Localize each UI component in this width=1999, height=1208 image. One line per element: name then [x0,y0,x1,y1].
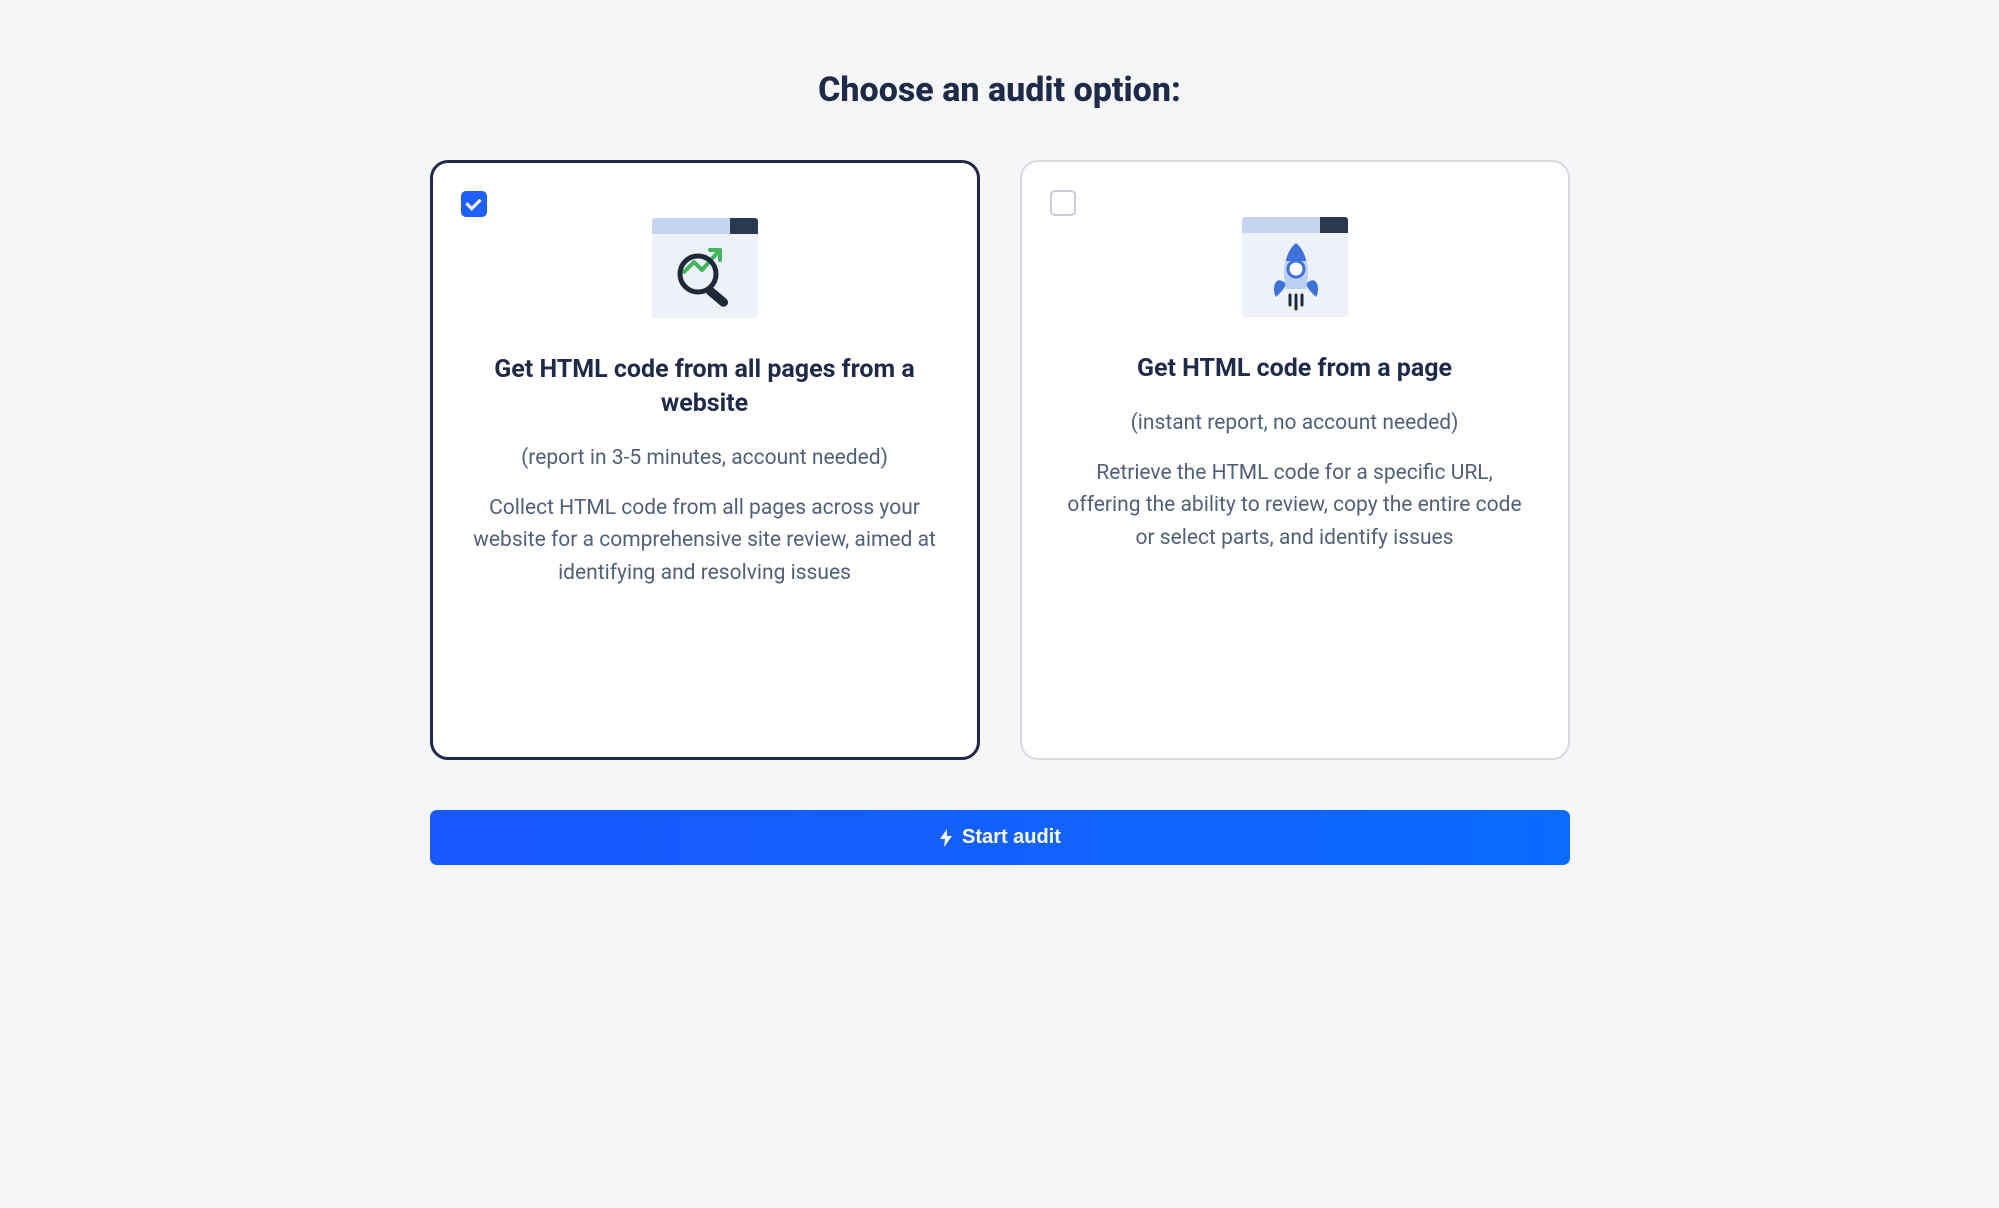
option-title: Get HTML code from a page [1062,352,1528,386]
option-subtitle: (instant report, no account needed) [1062,411,1528,435]
start-audit-button[interactable]: Start audit [430,810,1570,865]
option-description: Collect HTML code from all pages across … [473,492,937,590]
magnifier-chart-icon [650,213,760,323]
start-button-label: Start audit [962,826,1061,849]
checkbox-icon[interactable] [1050,190,1076,216]
checkbox-icon[interactable] [461,191,487,217]
option-title: Get HTML code from all pages from a webs… [473,353,937,421]
options-row: Get HTML code from all pages from a webs… [430,160,1570,760]
option-card-all-pages[interactable]: Get HTML code from all pages from a webs… [430,160,980,760]
page-title: Choose an audit option: [430,70,1570,110]
rocket-icon [1240,212,1350,322]
bolt-icon [938,829,954,847]
option-subtitle: (report in 3-5 minutes, account needed) [473,446,937,470]
option-card-single-page[interactable]: Get HTML code from a page (instant repor… [1020,160,1570,760]
option-description: Retrieve the HTML code for a specific UR… [1062,457,1528,555]
